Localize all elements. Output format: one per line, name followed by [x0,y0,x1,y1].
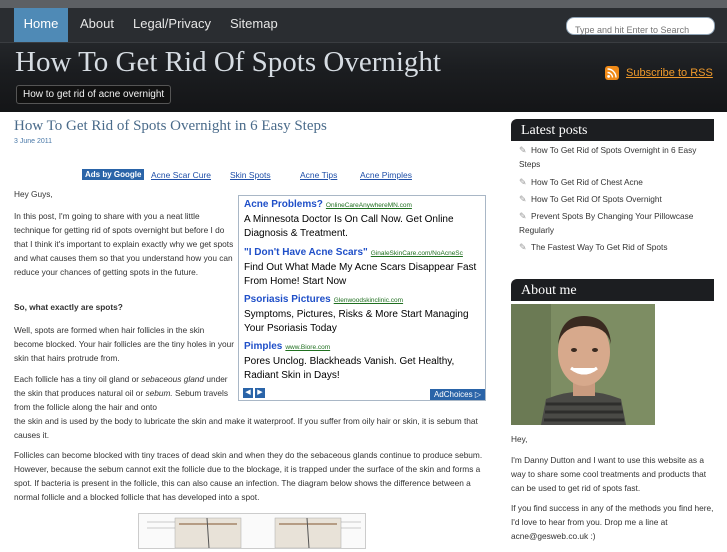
ad-4-text[interactable]: Pores Unclog. Blackheads Vanish. Get Hea… [244,355,482,383]
para3-em-sebaceous: sebaceous gland [141,374,205,384]
latest-post-item[interactable]: ✎ How To Get Rid of Spots Overnight in 6 … [519,143,711,171]
ad-3-text[interactable]: Symptoms, Pictures, Risks & More Start M… [244,308,482,336]
ad-3-title[interactable]: Psoriasis Pictures [244,294,331,305]
ad-link-skin-spots[interactable]: Skin Spots [230,170,271,180]
ad-link-acne-scar-cure[interactable]: Acne Scar Cure [151,170,211,180]
ad-next-icon[interactable]: ▶ [255,388,265,398]
avatar [511,304,655,425]
about-me-heading: About me [511,279,714,301]
latest-post-item[interactable]: ✎ The Fastest Way To Get Rid of Spots [519,240,711,254]
heading-text: So, what exactly are spots? [14,302,123,312]
ad-2-text[interactable]: Find Out What Made My Acne Scars Disappe… [244,261,482,289]
ads-by-google-badge[interactable]: Ads by Google [82,169,145,180]
latest-posts-heading: Latest posts [511,119,714,141]
post-heading-spots: So, what exactly are spots? [14,300,123,314]
post-paragraph-4: Follicles can become blocked with tiny t… [14,450,483,502]
ad-4-headline[interactable]: Pimples www.Biore.com [244,341,330,352]
rss-label[interactable]: Subscribe to RSS [626,67,713,79]
pin-icon: ✎ [519,194,527,204]
nav-legal-privacy[interactable]: Legal/Privacy [133,8,211,42]
about-paragraph-1: I'm Danny Dutton and I want to use this … [511,455,707,493]
site-tagline: How to get rid of acne overnight [16,85,172,104]
post-paragraph-3: Each follicle has a tiny oil gland or se… [14,372,236,414]
ad-1-text[interactable]: A Minnesota Doctor Is On Call Now. Get O… [244,213,482,241]
google-ad-box: Acne Problems? OnlineCareAnywhereMN.com A… [238,195,486,401]
about-paragraph-2: If you find success in any of the method… [511,503,714,541]
pin-icon: ✎ [519,145,527,155]
nav-sitemap[interactable]: Sitemap [230,8,278,42]
para3-em-sebum: sebum. [145,388,173,398]
follicle-diagram [138,513,366,549]
top-strip [0,0,727,8]
post-greeting: Hey Guys, [14,189,53,199]
ad-4-url[interactable]: www.Biore.com [285,344,330,351]
adchoices-label[interactable]: AdChoices [434,390,473,399]
rss-icon[interactable] [605,66,619,80]
ad-2-url[interactable]: GinaleSkinCare.com/NoAcneSc [371,250,463,257]
ad-4-title[interactable]: Pimples [244,341,282,352]
ad-link-acne-tips[interactable]: Acne Tips [300,170,337,180]
post-title[interactable]: How To Get Rid of Spots Overnight in 6 E… [14,118,327,135]
post-date: 3 June 2011 [14,138,53,145]
ad-nav: ◀ ▶ [243,381,267,399]
post-paragraph-1: In this post, I'm going to share with yo… [14,211,234,277]
ad-3-headline[interactable]: Psoriasis Pictures Glenwoodskinclinic.com [244,294,403,305]
ad-1-url[interactable]: OnlineCareAnywhereMN.com [326,202,412,209]
ad-1-title[interactable]: Acne Problems? [244,199,323,210]
post-paragraph-2: Well, spots are formed when hair follicl… [14,325,234,363]
ad-3-url[interactable]: Glenwoodskinclinic.com [334,297,403,304]
ad-link-acne-pimples[interactable]: Acne Pimples [360,170,412,180]
latest-post-item[interactable]: ✎ How To Get Rid of Chest Acne [519,175,711,189]
pin-icon: ✎ [519,242,527,252]
nav-home[interactable]: Home [14,8,68,42]
about-hey: Hey, [511,434,528,444]
ad-prev-icon[interactable]: ◀ [243,388,253,398]
nav-about[interactable]: About [80,8,114,42]
adchoices-badge[interactable]: AdChoices ▷ [429,389,485,400]
site-title[interactable]: How To Get Rid Of Spots Overnight [15,46,441,79]
pin-icon: ✎ [519,177,527,187]
latest-post-item[interactable]: ✎ How To Get Rid Of Spots Overnight [519,192,711,206]
pin-icon: ✎ [519,211,527,221]
para3-part-a: Each follicle has a tiny oil gland or [14,374,142,384]
search-input[interactable] [573,24,715,36]
ad-1-headline[interactable]: Acne Problems? OnlineCareAnywhereMN.com [244,199,412,210]
ad-2-headline[interactable]: "I Don't Have Acne Scars" GinaleSkinCare.… [244,247,463,258]
search-box [566,17,715,36]
post-paragraph-3-cont: the skin and is used by the body to lubr… [14,416,478,440]
latest-post-item[interactable]: ✎ Prevent Spots By Changing Your Pillowca… [519,209,711,237]
ad-2-title[interactable]: "I Don't Have Acne Scars" [244,247,368,258]
